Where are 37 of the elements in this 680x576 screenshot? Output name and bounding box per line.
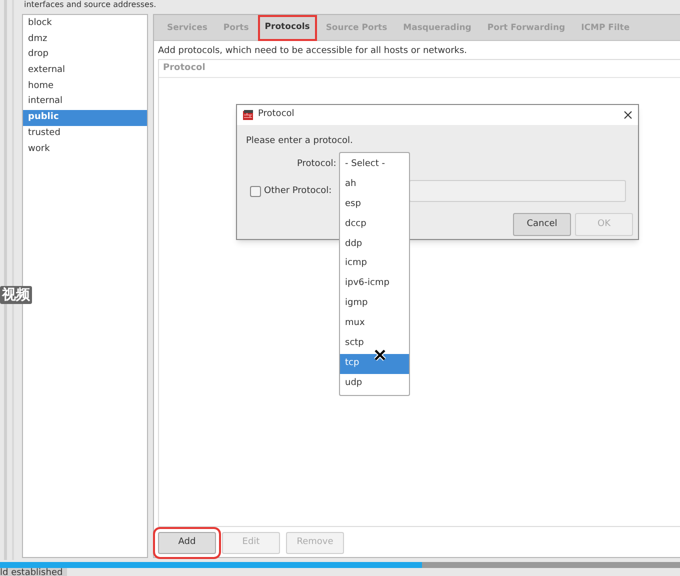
dropdown-option[interactable]: mux <box>340 314 409 334</box>
zone-item[interactable]: drop <box>23 47 147 64</box>
dropdown-option[interactable]: udp <box>340 374 409 394</box>
zone-item[interactable]: trusted <box>23 126 147 142</box>
close-icon[interactable] <box>624 111 632 119</box>
zone-item[interactable]: work <box>23 142 147 158</box>
dropdown-option[interactable]: ipv6-icmp <box>340 274 409 294</box>
dropdown-option[interactable]: esp <box>340 194 409 215</box>
tab[interactable]: Protocols <box>258 15 317 41</box>
video-caption: 视频 <box>0 286 32 304</box>
dialog-prompt: Please enter a protocol. <box>245 135 354 148</box>
zone-item[interactable]: block <box>23 16 147 32</box>
protocol-label: Protocol: <box>297 158 336 171</box>
column-header: Protocol <box>163 62 206 75</box>
dropdown-option[interactable]: dccp <box>340 214 409 235</box>
dialog-button[interactable]: Cancel <box>513 213 571 236</box>
cursor-icon <box>374 349 386 361</box>
dropdown-option[interactable]: tcp <box>340 354 409 374</box>
dropdown-option[interactable]: ddp <box>340 234 409 254</box>
description-text: Add protocols, which need to be accessible for all hosts or networks. <box>157 45 468 58</box>
dropdown-option[interactable]: icmp <box>340 254 409 274</box>
zone-item[interactable]: dmz <box>23 32 147 48</box>
dropdown-option[interactable]: - Select - <box>340 155 409 175</box>
zone-item[interactable]: internal <box>23 94 147 110</box>
status-text: ld established <box>0 568 67 576</box>
zone-item[interactable]: public <box>23 110 147 126</box>
zone-item[interactable]: home <box>23 78 147 94</box>
other-protocol-field[interactable] <box>409 180 626 202</box>
other-protocol-checkbox[interactable] <box>250 186 261 198</box>
description-text: interfaces and source addresses. <box>24 0 156 10</box>
firewall-icon <box>243 110 254 120</box>
other-protocol-label: Other Protocol: <box>264 185 332 198</box>
dropdown-option[interactable]: ah <box>340 174 409 195</box>
zone-item[interactable]: external <box>23 63 147 79</box>
dropdown-option[interactable]: igmp <box>340 294 409 314</box>
dialog-title: Protocol <box>258 108 294 122</box>
dropdown-option[interactable]: sctp <box>340 334 409 354</box>
